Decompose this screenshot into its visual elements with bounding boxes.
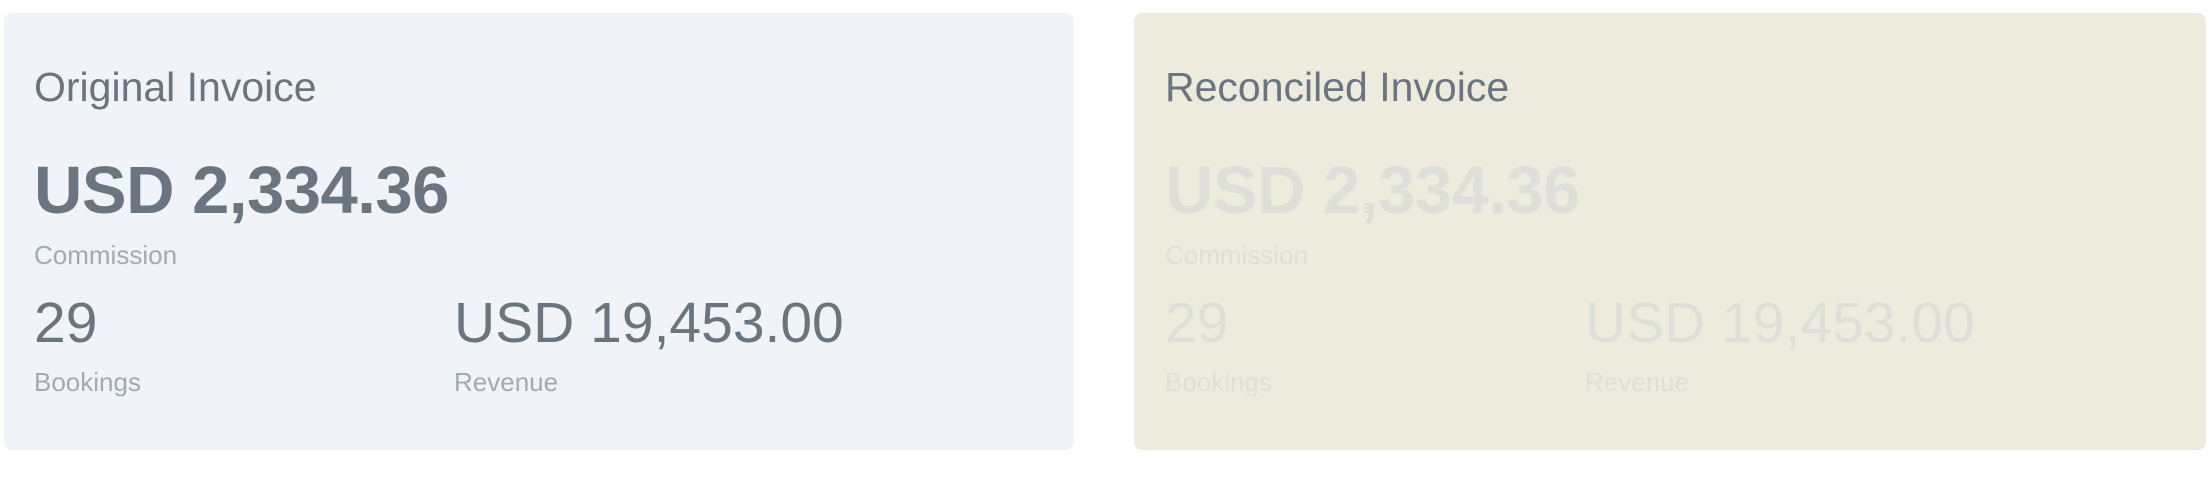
original-commission-label: Commission bbox=[34, 240, 178, 270]
reconciled-commission-value: USD 2,334.36 bbox=[1165, 153, 1580, 228]
original-invoice-card: Original Invoice USD 2,334.36 Commission… bbox=[4, 13, 1074, 450]
original-invoice-title: Original Invoice bbox=[34, 64, 317, 110]
original-commission-value: USD 2,334.36 bbox=[34, 153, 449, 228]
reconciled-bookings-value: 29 bbox=[1165, 291, 1229, 355]
reconciled-revenue-value: USD 19,453.00 bbox=[1585, 291, 1975, 355]
reconciled-invoice-card: Reconciled Invoice USD 2,334.36 Commissi… bbox=[1134, 13, 2206, 450]
reconciled-invoice-title: Reconciled Invoice bbox=[1165, 64, 1510, 110]
original-revenue-label: Revenue bbox=[454, 367, 559, 397]
original-revenue-value: USD 19,453.00 bbox=[454, 291, 844, 355]
original-bookings-label: Bookings bbox=[34, 367, 141, 397]
reconciled-commission-label: Commission bbox=[1165, 240, 1309, 270]
original-bookings-value: 29 bbox=[34, 291, 98, 355]
reconciled-bookings-label: Bookings bbox=[1165, 367, 1272, 397]
reconciled-revenue-label: Revenue bbox=[1585, 367, 1690, 397]
